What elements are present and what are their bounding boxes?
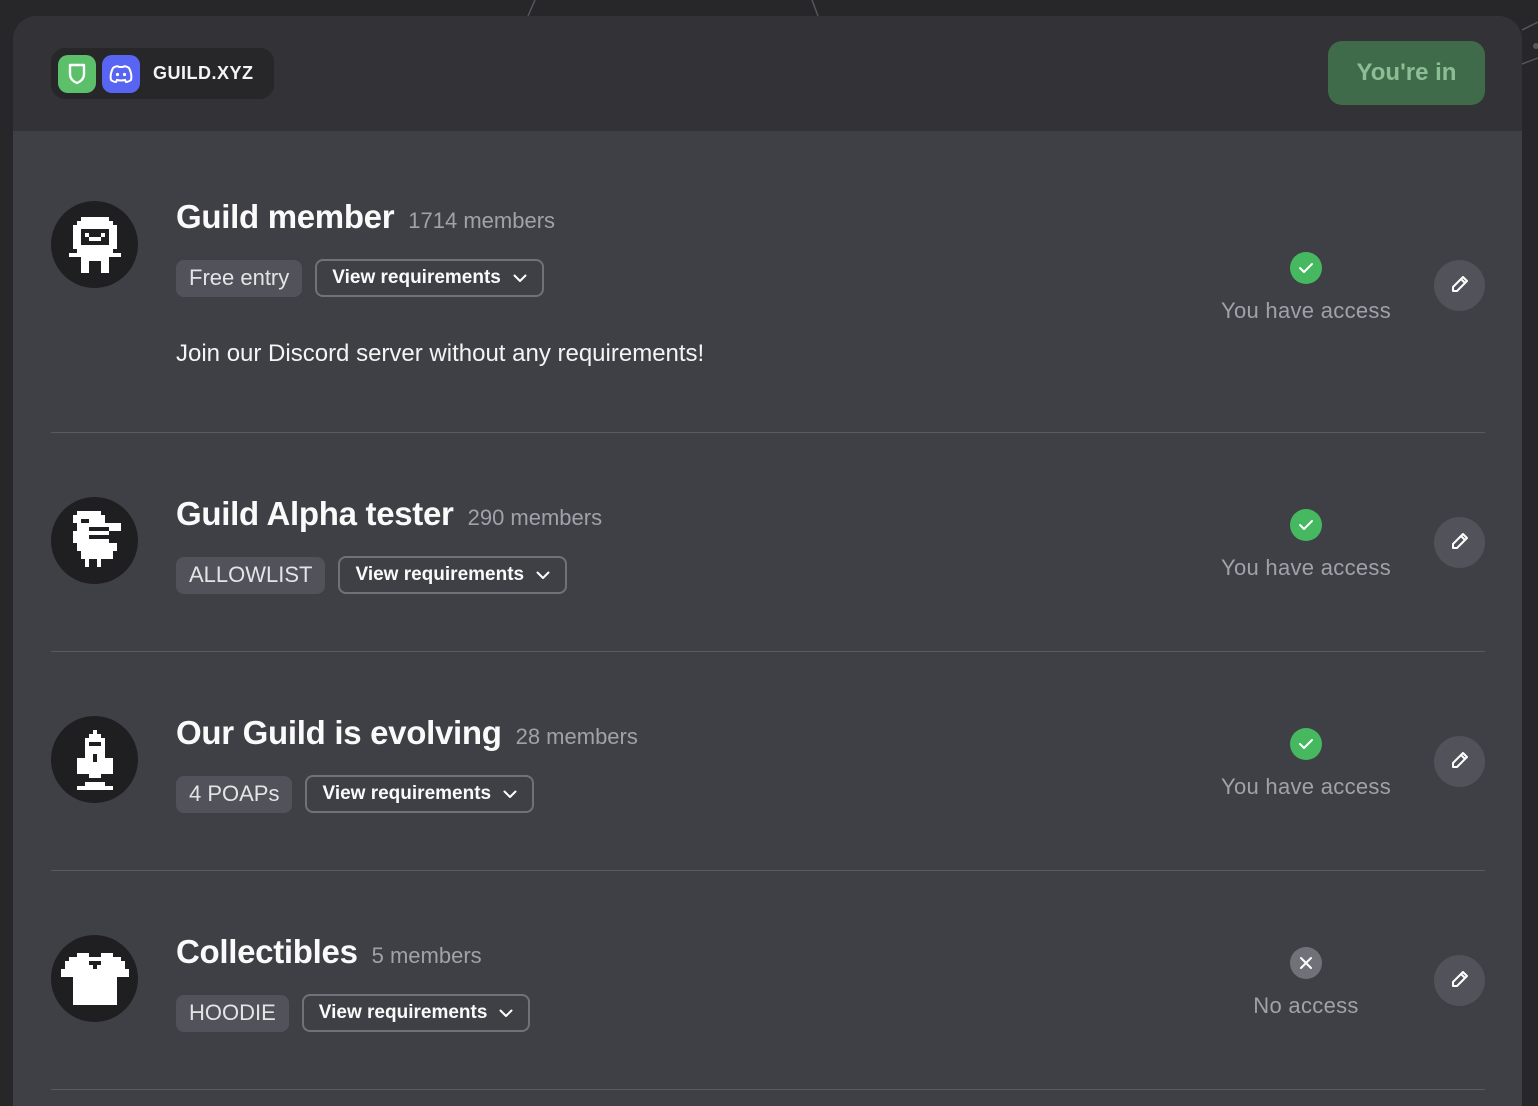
- role-tags: HOODIE View requirements: [176, 994, 531, 1032]
- edit-role-button[interactable]: [1434, 955, 1485, 1006]
- access-label: You have access: [1220, 774, 1392, 799]
- access-status: You have access: [1201, 728, 1411, 800]
- requirement-tag: ALLOWLIST: [176, 556, 326, 594]
- pencil-icon: [1450, 750, 1470, 773]
- access-status: No access: [1201, 947, 1411, 1019]
- astronaut-icon: [51, 201, 138, 288]
- tshirt-icon: [51, 935, 138, 1022]
- chevron-down-icon: [513, 274, 527, 283]
- edit-role-button[interactable]: [1434, 517, 1485, 568]
- chevron-down-icon: [499, 1009, 513, 1018]
- rocket-icon: [51, 716, 138, 803]
- chevron-down-icon: [536, 571, 550, 580]
- role-list: Guild member 1714 members Free entry Vie…: [51, 131, 1485, 1090]
- role-member-count: 1714 members: [408, 208, 556, 233]
- joined-button[interactable]: You're in: [1328, 41, 1485, 105]
- role-member-count: 28 members: [515, 724, 638, 749]
- view-requirements-label: View requirements: [318, 1002, 488, 1023]
- pencil-icon: [1450, 969, 1470, 992]
- requirement-tag: 4 POAPs: [176, 775, 293, 813]
- platform-label: GUILD.XYZ: [153, 63, 254, 83]
- role-title-row: Collectibles 5 members: [176, 933, 482, 971]
- role-item: Guild member 1714 members Free entry Vie…: [51, 131, 1485, 433]
- role-member-count: 5 members: [371, 943, 482, 968]
- chevron-down-icon: [503, 790, 517, 799]
- access-label: You have access: [1220, 298, 1392, 323]
- pencil-icon: [1450, 274, 1470, 297]
- view-requirements-button[interactable]: View requirements: [315, 259, 544, 297]
- check-icon: [1290, 252, 1322, 284]
- edit-role-button[interactable]: [1434, 736, 1485, 787]
- edit-role-button[interactable]: [1434, 260, 1485, 311]
- bird-icon: [51, 497, 138, 584]
- role-title-row: Guild member 1714 members: [176, 198, 555, 236]
- platform-pill[interactable]: GUILD.XYZ: [51, 48, 274, 99]
- access-status: You have access: [1201, 252, 1411, 324]
- view-requirements-button[interactable]: View requirements: [301, 994, 531, 1032]
- requirement-tag: Free entry: [176, 259, 303, 297]
- view-requirements-label: View requirements: [355, 564, 525, 585]
- role-name: Guild member: [176, 198, 395, 235]
- role-item: Our Guild is evolving 28 members 4 POAPs…: [51, 652, 1485, 871]
- pencil-icon: [1450, 531, 1470, 554]
- roles-card: GUILD.XYZ You're in Guild member 1714 me…: [13, 16, 1522, 1106]
- view-requirements-label: View requirements: [322, 783, 492, 804]
- role-title-row: Our Guild is evolving 28 members: [176, 714, 638, 752]
- card-header: GUILD.XYZ You're in: [13, 16, 1522, 131]
- shield-icon: [58, 54, 96, 93]
- role-title-row: Guild Alpha tester 290 members: [176, 495, 602, 533]
- check-icon: [1290, 509, 1322, 541]
- view-requirements-button[interactable]: View requirements: [305, 775, 535, 813]
- view-requirements-button[interactable]: View requirements: [338, 556, 568, 594]
- role-name: Collectibles: [176, 933, 358, 970]
- role-item: Guild Alpha tester 290 members ALLOWLIST…: [51, 433, 1485, 652]
- requirement-tag: HOODIE: [176, 994, 289, 1032]
- role-item: Collectibles 5 members HOODIE View requi…: [51, 871, 1485, 1090]
- role-name: Guild Alpha tester: [176, 495, 454, 532]
- role-description: Join our Discord server without any requ…: [176, 340, 705, 367]
- view-requirements-label: View requirements: [332, 267, 501, 288]
- check-icon: [1290, 728, 1322, 760]
- discord-icon: [102, 54, 140, 93]
- role-name: Our Guild is evolving: [176, 714, 502, 751]
- role-tags: Free entry View requirements: [176, 259, 544, 297]
- role-tags: ALLOWLIST View requirements: [176, 556, 568, 594]
- role-tags: 4 POAPs View requirements: [176, 775, 535, 813]
- access-status: You have access: [1201, 509, 1411, 581]
- access-label: No access: [1253, 993, 1359, 1018]
- role-member-count: 290 members: [467, 505, 603, 530]
- access-label: You have access: [1220, 555, 1392, 580]
- close-icon: [1290, 947, 1322, 979]
